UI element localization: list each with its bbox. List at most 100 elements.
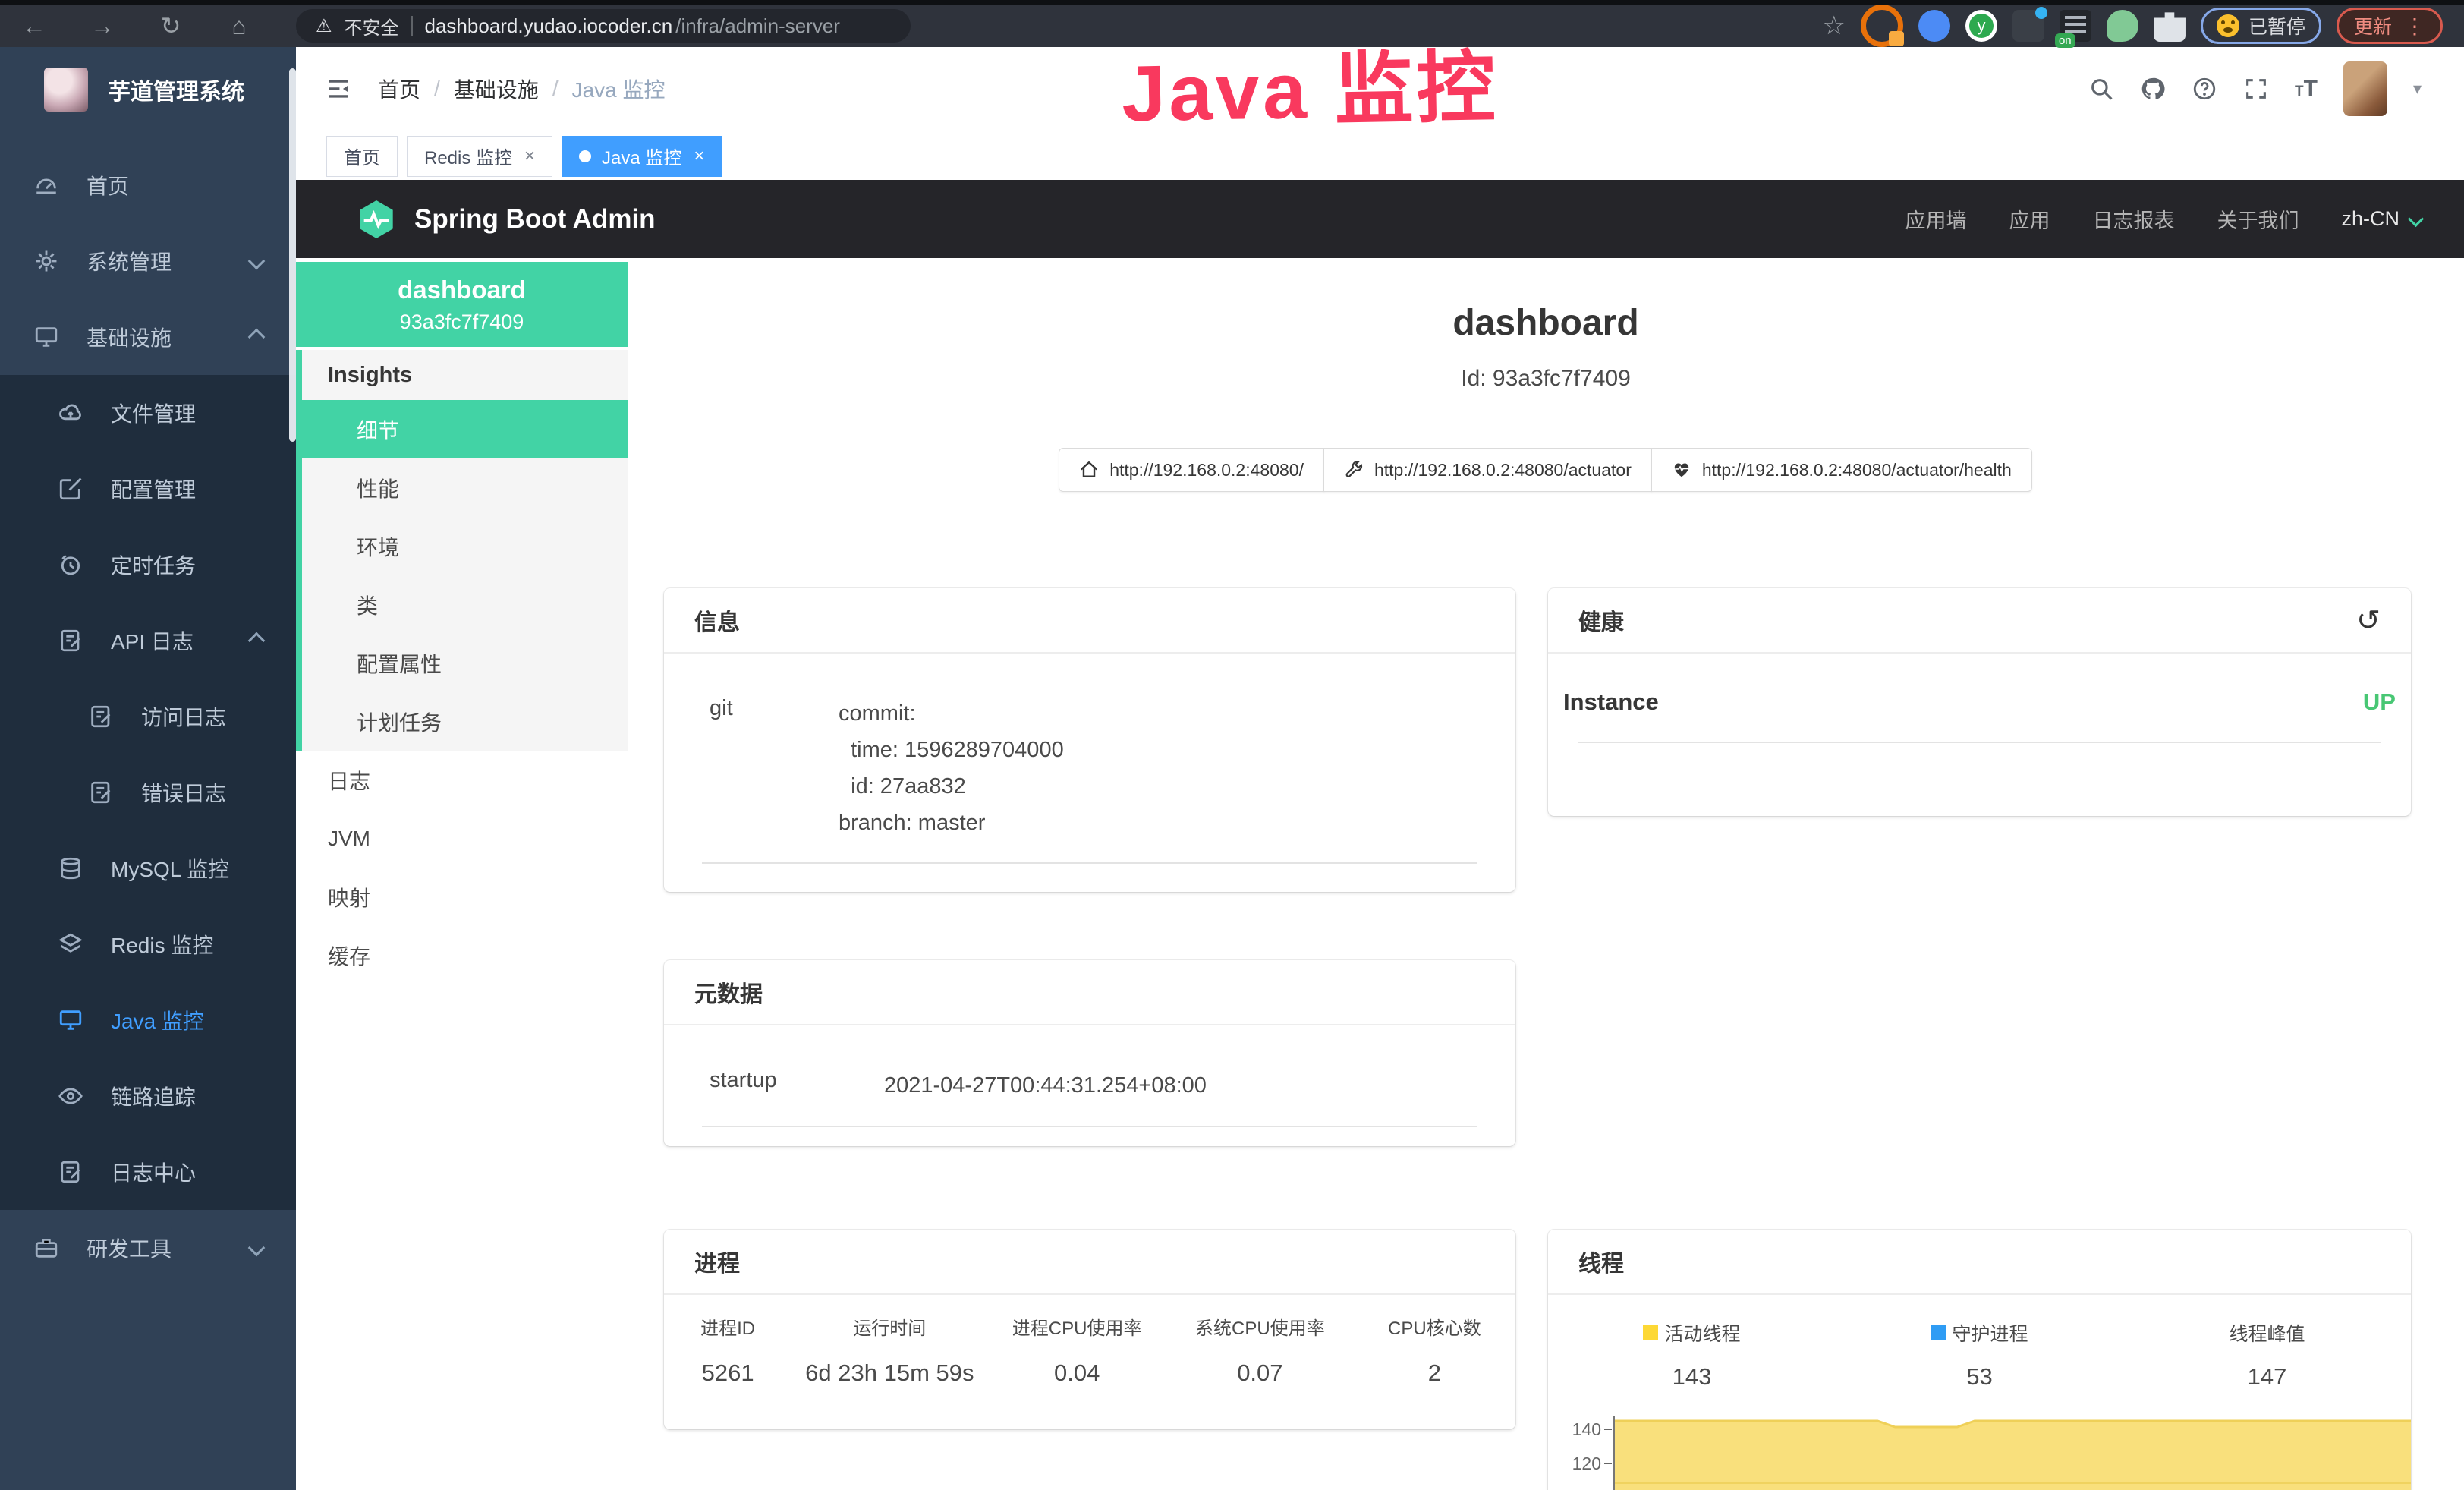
metadata-card-header: 元数据 — [664, 960, 1515, 1025]
close-icon[interactable]: × — [694, 146, 704, 167]
tab-java-monitor[interactable]: Java 监控 × — [562, 136, 722, 177]
url-path: /infra/admin-server — [675, 14, 840, 38]
sba-item-mappings[interactable]: 映射 — [296, 868, 628, 926]
sidebar-item-mysql-monitor[interactable]: MySQL 监控 — [0, 830, 296, 906]
sidebar-scrollbar[interactable] — [289, 68, 296, 442]
heart-pulse-icon — [1672, 460, 1691, 480]
sidebar-item-error-log[interactable]: 错误日志 — [0, 754, 296, 830]
process-card-header: 进程 — [664, 1230, 1515, 1295]
sidebar-item-access-log[interactable]: 访问日志 — [0, 679, 296, 754]
sidebar-item-infra[interactable]: 基础设施 — [0, 299, 296, 375]
sidebar-item-api-log[interactable]: API 日志 — [0, 603, 296, 679]
sba-item-caches[interactable]: 缓存 — [296, 926, 628, 984]
threads-chart: 140 120 100 — [1548, 1416, 2411, 1490]
font-size-small-t: T — [2295, 83, 2304, 99]
sba-item-env[interactable]: 环境 — [302, 517, 628, 575]
sidebar-menu: 首页 系统管理 基础设施 文件管理 配置管理 — [0, 132, 296, 1286]
sidebar-item-system[interactable]: 系统管理 — [0, 223, 296, 299]
history-icon[interactable]: ↺ — [2356, 603, 2381, 638]
dashboard-icon — [33, 172, 59, 198]
sidebar-item-redis-monitor[interactable]: Redis 监控 — [0, 906, 296, 982]
extension-icon-4[interactable] — [2012, 10, 2044, 42]
sba-instance-name: dashboard — [398, 276, 526, 304]
extension-icon-2[interactable] — [1918, 10, 1950, 42]
profile-paused-chip[interactable]: 已暂停 — [2201, 8, 2321, 44]
y-tick-140: 140 — [1572, 1419, 1601, 1440]
sba-brand[interactable]: Spring Boot Admin — [355, 198, 656, 241]
help-icon[interactable] — [2192, 76, 2217, 102]
actuator-url-button[interactable]: http://192.168.0.2:48080/actuator — [1323, 448, 1652, 492]
sidebar-item-dev-tools[interactable]: 研发工具 — [0, 1210, 296, 1286]
sidebar: 芋道管理系统 首页 系统管理 基础设施 文件管理 — [0, 47, 296, 1490]
browser-menu-icon[interactable]: ⋮ — [2404, 14, 2425, 39]
sba-item-configprops[interactable]: 配置属性 — [302, 634, 628, 692]
avatar-caret-icon[interactable]: ▾ — [2413, 79, 2422, 99]
sba-nav-about[interactable]: 关于我们 — [2217, 204, 2299, 234]
security-label[interactable]: 不安全 — [345, 13, 399, 39]
sidebar-item-java-monitor[interactable]: Java 监控 — [0, 982, 296, 1058]
info-row-git: git commit: time: 1596289704000 id: 27aa… — [694, 673, 1485, 841]
font-size-big-t: T — [2304, 76, 2318, 101]
github-icon[interactable] — [2140, 76, 2166, 102]
sba-item-classes[interactable]: 类 — [302, 575, 628, 634]
extension-icon-5[interactable]: on — [2060, 10, 2091, 42]
font-size-icon[interactable]: TT — [2295, 76, 2318, 102]
sba-nav-journal[interactable]: 日志报表 — [2092, 204, 2174, 234]
fullscreen-icon[interactable] — [2243, 76, 2269, 102]
cloud-upload-icon — [58, 400, 83, 426]
sidebar-item-log-center[interactable]: 日志中心 — [0, 1134, 296, 1210]
process-col-value: 0.04 — [987, 1359, 1166, 1387]
sidebar-item-label: 研发工具 — [87, 1233, 172, 1263]
address-bar[interactable]: ⚠ 不安全 dashboard.yudao.iocoder.cn/infra/a… — [296, 9, 911, 43]
user-avatar[interactable] — [2343, 61, 2387, 116]
legend-daemon-threads: 守护进程 53 — [1836, 1319, 2123, 1391]
sba-item-metrics[interactable]: 性能 — [302, 458, 628, 517]
sidebar-item-home[interactable]: 首页 — [0, 147, 296, 223]
chevron-down-icon — [248, 253, 266, 270]
extension-icon-6[interactable] — [2107, 10, 2138, 42]
process-card-title: 进程 — [694, 1245, 740, 1278]
sidebar-item-tracing[interactable]: 链路追踪 — [0, 1058, 296, 1134]
browser-forward-icon[interactable]: → — [68, 12, 137, 40]
legend-value: 147 — [2123, 1363, 2411, 1391]
sba-item-jvm[interactable]: JVM — [296, 809, 628, 868]
sidebar-item-scheduled-jobs[interactable]: 定时任务 — [0, 527, 296, 603]
sba-instance-header[interactable]: dashboard 93a3fc7f7409 — [296, 262, 628, 347]
breadcrumb-home[interactable]: 首页 — [378, 74, 420, 104]
close-icon[interactable]: × — [524, 146, 535, 167]
puzzle-extensions-icon[interactable] — [2154, 10, 2186, 42]
sidebar-item-config-mgmt[interactable]: 配置管理 — [0, 451, 296, 527]
sba-nav-wall[interactable]: 应用墙 — [1905, 204, 1966, 234]
sba-locale-select[interactable]: zh-CN — [2341, 207, 2422, 231]
breadcrumb-section[interactable]: 基础设施 — [454, 74, 539, 104]
doc-edit-icon — [58, 1159, 83, 1185]
hamburger-icon[interactable] — [323, 76, 354, 102]
url-host: dashboard.yudao.iocoder.cn — [425, 14, 673, 38]
app-logo-row[interactable]: 芋道管理系统 — [0, 47, 296, 132]
sba-item-scheduled[interactable]: 计划任务 — [302, 692, 628, 751]
browser-back-icon[interactable]: ← — [0, 12, 68, 40]
bookmark-star-icon[interactable]: ☆ — [1822, 11, 1845, 41]
extension-icon-1[interactable] — [1861, 5, 1903, 47]
info-row-value: commit: time: 1596289704000 id: 27aa832 … — [839, 696, 1064, 841]
breadcrumb: 首页 / 基础设施 / Java 监控 — [378, 74, 666, 104]
sba-item-logfile[interactable]: 日志 — [296, 751, 628, 809]
search-icon[interactable] — [2088, 76, 2114, 102]
extension-icon-3[interactable]: y — [1965, 10, 1997, 42]
browser-home-icon[interactable]: ⌂ — [205, 12, 273, 40]
layers-icon — [58, 931, 83, 957]
chrome-update-button[interactable]: 更新 ⋮ — [2337, 8, 2443, 44]
tab-home[interactable]: 首页 — [326, 136, 398, 177]
sba-logo-icon — [355, 198, 398, 241]
health-card: 健康 ↺ Instance UP — [1548, 588, 2411, 816]
service-url-button[interactable]: http://192.168.0.2:48080/ — [1059, 448, 1324, 492]
process-col-uptime: 运行时间 6d 23h 15m 59s — [791, 1313, 987, 1387]
sba-nav-applications[interactable]: 应用 — [2009, 204, 2050, 234]
sidebar-item-label: Java 监控 — [111, 1005, 204, 1035]
sba-item-details[interactable]: 细节 — [302, 400, 628, 458]
security-warning-icon[interactable]: ⚠ — [316, 15, 332, 37]
sidebar-item-file-mgmt[interactable]: 文件管理 — [0, 375, 296, 451]
browser-reload-icon[interactable]: ↻ — [137, 11, 205, 40]
health-url-button[interactable]: http://192.168.0.2:48080/actuator/health — [1651, 448, 2032, 492]
tab-redis-monitor[interactable]: Redis 监控 × — [407, 136, 552, 177]
